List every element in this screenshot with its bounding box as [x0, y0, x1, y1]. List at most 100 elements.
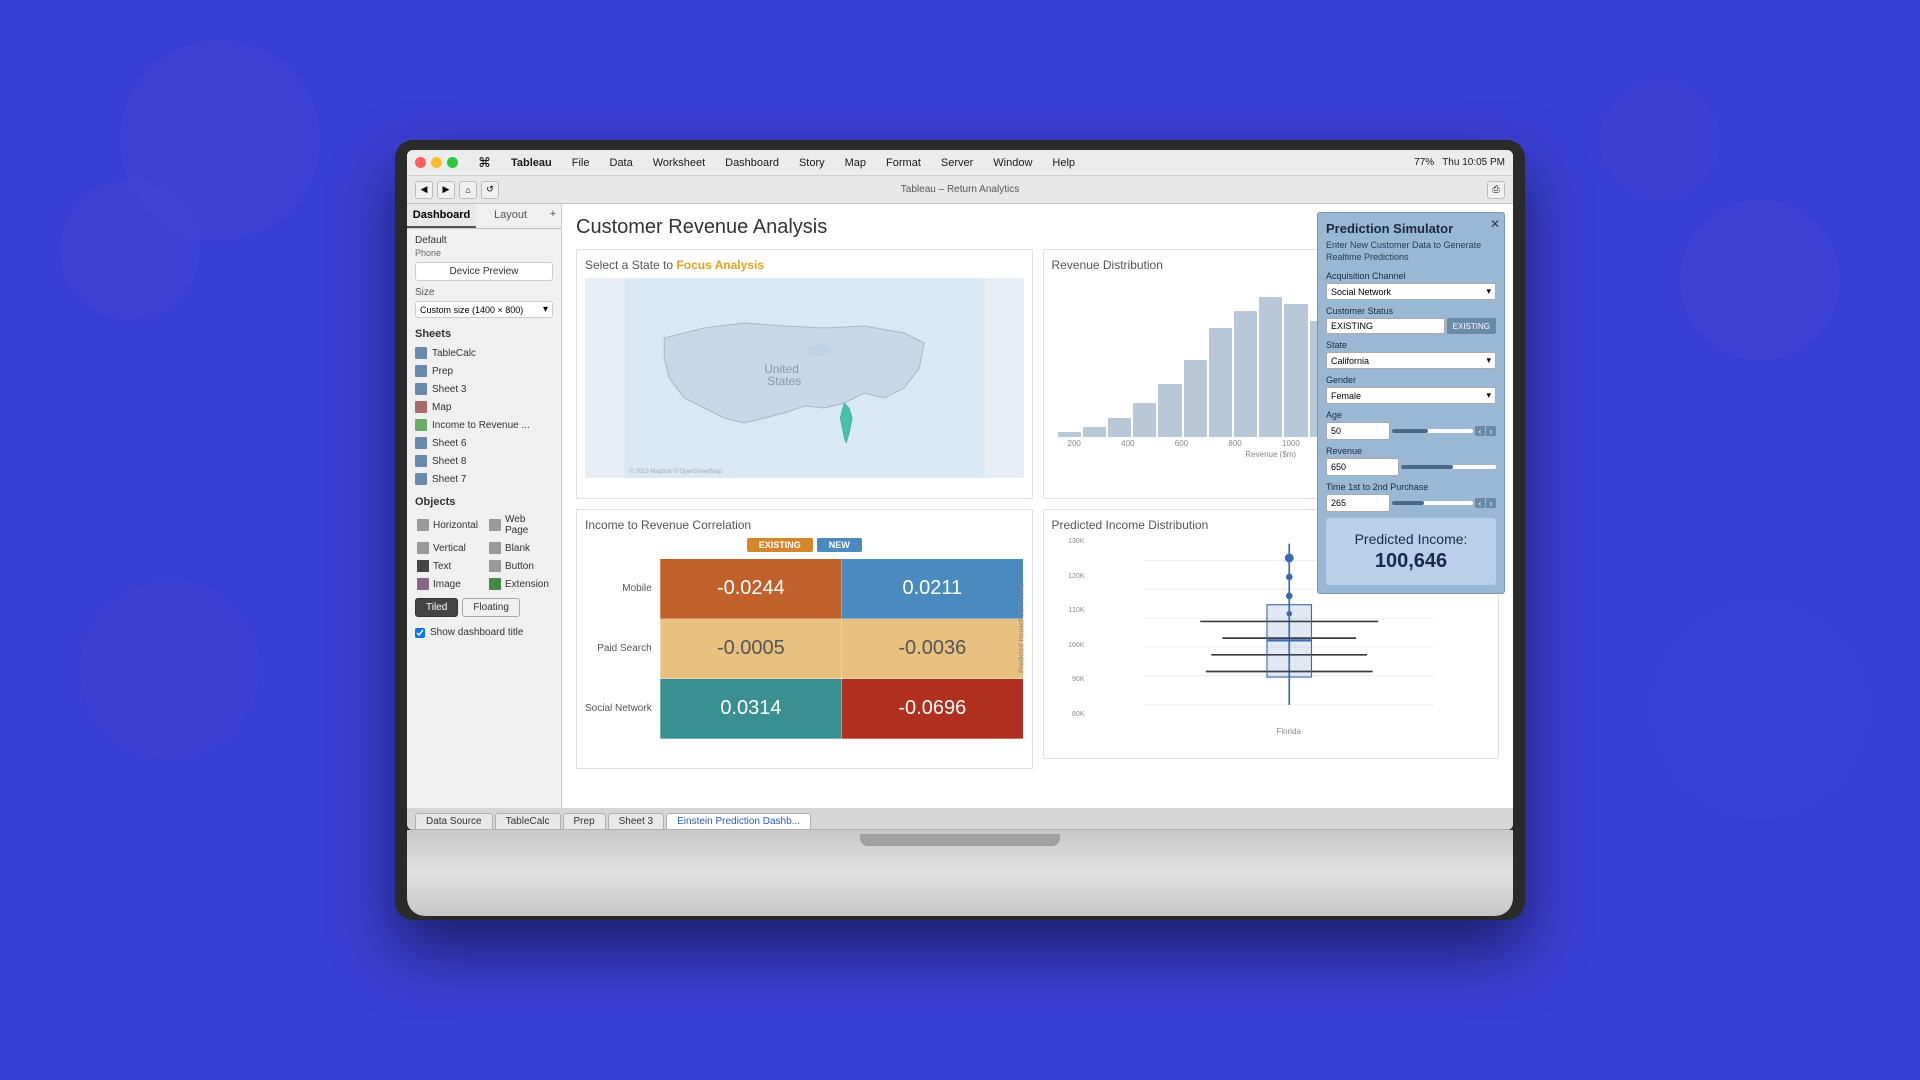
menu-data[interactable]: Data — [606, 155, 637, 171]
state-label: State — [1326, 340, 1496, 350]
objects-label: Objects — [407, 488, 561, 512]
size-select[interactable]: Custom size (1400 × 800) ▾ — [415, 301, 553, 318]
customer-status-select[interactable]: EXISTING — [1326, 318, 1445, 334]
minimize-button[interactable] — [431, 157, 442, 168]
prediction-subtitle: Enter New Customer Data to Generate Real… — [1326, 240, 1496, 263]
menu-server[interactable]: Server — [937, 155, 977, 171]
age-increment[interactable]: › — [1486, 426, 1496, 436]
image-icon — [417, 578, 429, 590]
age-label: Age — [1326, 410, 1496, 420]
toolbar: Tableau – Return Analytics ◀ ▶ ⌂ ↺ ⎙ — [407, 176, 1513, 204]
hist-bar-3 — [1133, 403, 1156, 437]
menu-story[interactable]: Story — [795, 155, 829, 171]
sheet-item-sheet6[interactable]: Sheet 6 — [407, 434, 561, 452]
clock: Thu 10:05 PM — [1442, 157, 1505, 168]
customer-status-btn[interactable]: EXISTING — [1447, 318, 1496, 334]
obj-horizontal[interactable]: Horizontal — [413, 512, 483, 538]
share-btn[interactable]: ⎙ — [1487, 181, 1505, 199]
floating-btn[interactable]: Floating — [462, 598, 520, 617]
close-button[interactable] — [415, 157, 426, 168]
menu-worksheet[interactable]: Worksheet — [649, 155, 709, 171]
us-map[interactable]: United States © 2019 Mapbox © OpenStreet… — [585, 278, 1024, 478]
age-slider[interactable] — [1392, 429, 1473, 433]
obj-webpage[interactable]: Web Page — [485, 512, 555, 538]
sheet-name-map: Map — [432, 402, 451, 413]
corr-row-mobile: Mobile -0.0244 0.0211 — [585, 559, 1023, 619]
time-decrement[interactable]: ‹ — [1475, 498, 1485, 508]
sheet-name-sheet3: Sheet 3 — [432, 384, 466, 395]
bottom-tab-einstein[interactable]: Einstein Prediction Dashb... — [666, 813, 811, 829]
grid-icon — [415, 437, 427, 449]
obj-button[interactable]: Button — [485, 558, 555, 574]
acq-channel-select[interactable]: Social Network ▾ — [1326, 283, 1496, 300]
gender-value: Female — [1331, 391, 1361, 401]
corr-row-paid: Paid Search -0.0005 -0.0036 — [585, 619, 1023, 679]
time-increment[interactable]: › — [1486, 498, 1496, 508]
revenue-input[interactable]: 650 — [1326, 458, 1399, 476]
sheet-item-sheet8[interactable]: Sheet 8 — [407, 452, 561, 470]
obj-image[interactable]: Image — [413, 576, 483, 592]
obj-vertical[interactable]: Vertical — [413, 540, 483, 556]
corr-cell-paid-new: -0.0036 — [842, 619, 1023, 679]
tab-layout[interactable]: Layout — [476, 204, 545, 228]
obj-extension[interactable]: Extension — [485, 576, 555, 592]
bottom-tab-prep[interactable]: Prep — [563, 813, 606, 829]
bottom-tab-sheet3[interactable]: Sheet 3 — [608, 813, 664, 829]
grid-icon — [415, 455, 427, 467]
refresh-btn[interactable]: ↺ — [481, 181, 499, 199]
corr-label-paid: Paid Search — [585, 619, 660, 679]
menu-map[interactable]: Map — [841, 155, 870, 171]
gender-label: Gender — [1326, 375, 1496, 385]
device-preview-btn[interactable]: Device Preview — [415, 262, 553, 281]
dashboard-area: Customer Revenue Analysis Select a State… — [562, 204, 1513, 808]
text-icon — [417, 560, 429, 572]
age-decrement[interactable]: ‹ — [1475, 426, 1485, 436]
result-label: Predicted Income: — [1334, 530, 1488, 550]
hist-bar-5 — [1184, 360, 1207, 437]
back-btn[interactable]: ◀ — [415, 181, 433, 199]
sheet-item-tablecalc[interactable]: TableCalc — [407, 344, 561, 362]
gender-select[interactable]: Female ▾ — [1326, 387, 1496, 404]
grid-icon — [415, 347, 427, 359]
corr-label-mobile: Mobile — [585, 559, 660, 619]
show-title-label: Show dashboard title — [430, 627, 523, 638]
show-title-checkbox[interactable] — [415, 628, 425, 638]
age-arrows: ‹ › — [1475, 426, 1496, 436]
corr-cell-paid-existing: -0.0005 — [660, 619, 841, 679]
dropdown-arrow-acq: ▾ — [1486, 286, 1491, 297]
obj-blank[interactable]: Blank — [485, 540, 555, 556]
sheet-item-prep[interactable]: Prep — [407, 362, 561, 380]
menu-window[interactable]: Window — [989, 155, 1036, 171]
grid-icon — [415, 383, 427, 395]
menu-tableau[interactable]: Tableau — [507, 155, 556, 171]
obj-text[interactable]: Text — [413, 558, 483, 574]
age-input[interactable]: 50 — [1326, 422, 1390, 440]
tab-dashboard[interactable]: Dashboard — [407, 204, 476, 228]
time-input[interactable]: 265 — [1326, 494, 1390, 512]
sheet-item-sheet3[interactable]: Sheet 3 — [407, 380, 561, 398]
tiled-btn[interactable]: Tiled — [415, 598, 458, 617]
time-slider[interactable] — [1392, 501, 1473, 505]
menu-file[interactable]: File — [568, 155, 594, 171]
sheet-item-income[interactable]: Income to Revenue ... — [407, 416, 561, 434]
forward-btn[interactable]: ▶ — [437, 181, 455, 199]
state-select[interactable]: California ▾ — [1326, 352, 1496, 369]
tab-plus[interactable]: + — [545, 204, 561, 228]
corr-cell-mobile-existing: -0.0244 — [660, 559, 841, 619]
maximize-button[interactable] — [447, 157, 458, 168]
prediction-close-btn[interactable]: ✕ — [1490, 217, 1500, 231]
window-title: Tableau – Return Analytics — [901, 184, 1019, 195]
revenue-slider[interactable] — [1401, 465, 1496, 469]
menu-help[interactable]: Help — [1048, 155, 1079, 171]
menu-format[interactable]: Format — [882, 155, 925, 171]
svg-text:States: States — [767, 374, 801, 388]
bottom-tab-datasource[interactable]: Data Source — [415, 813, 493, 829]
sheet-name-prep: Prep — [432, 366, 453, 377]
traffic-lights — [415, 157, 458, 168]
corr-label-social: Social Network — [585, 679, 660, 739]
sheet-item-sheet7[interactable]: Sheet 7 — [407, 470, 561, 488]
menu-dashboard[interactable]: Dashboard — [721, 155, 783, 171]
home-btn[interactable]: ⌂ — [459, 181, 477, 199]
sheet-item-map[interactable]: Map — [407, 398, 561, 416]
bottom-tab-tablecalc[interactable]: TableCalc — [495, 813, 561, 829]
